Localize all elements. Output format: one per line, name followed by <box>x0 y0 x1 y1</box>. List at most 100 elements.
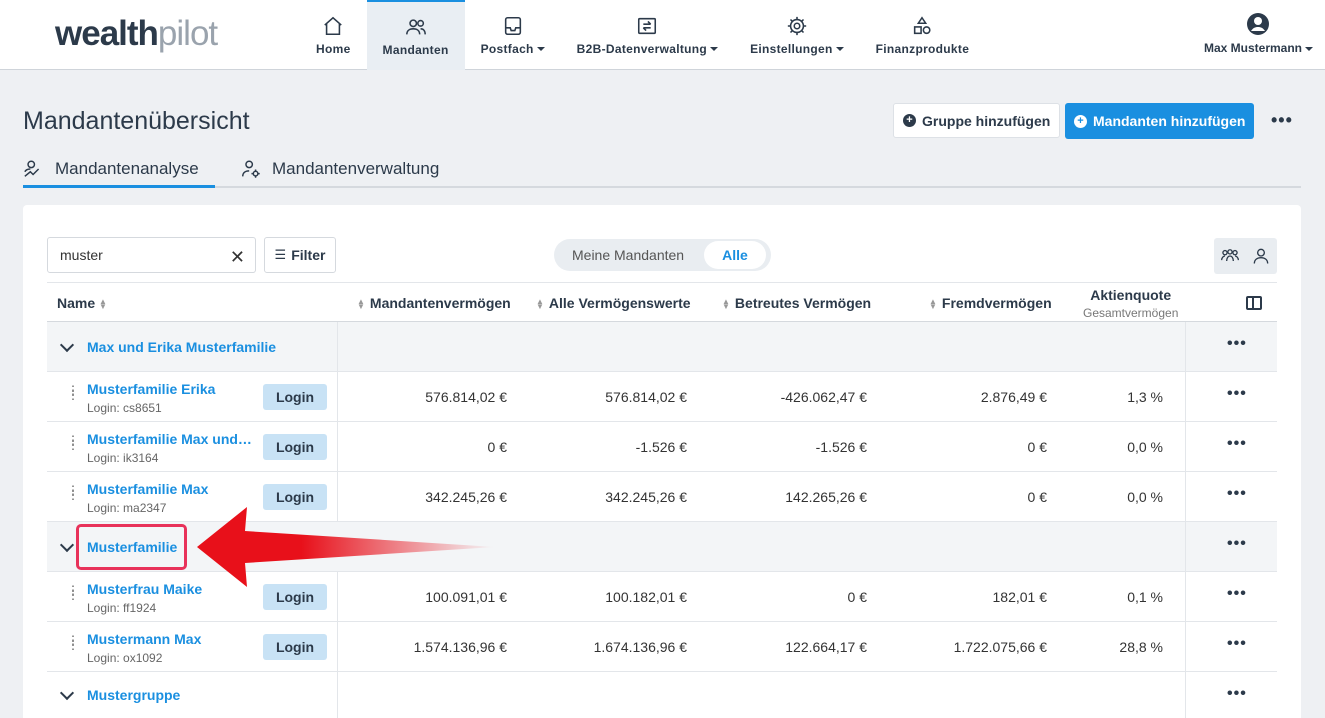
drag-handle-icon[interactable]: ⋮ ⋮ <box>67 634 79 651</box>
row-more-button[interactable]: ••• <box>1227 335 1247 353</box>
col-header-mandantenvermoegen[interactable]: ▲ ▼ Mandantenvermögen <box>357 295 511 311</box>
gear-icon <box>787 16 807 35</box>
col-header-name[interactable]: Name ▲ ▼ <box>57 295 112 311</box>
table-row-group: Mustergruppe ••• <box>47 672 1277 718</box>
wealthpilot-logo[interactable]: wealthpilot <box>55 14 218 54</box>
sort-icon: ▲ ▼ <box>536 297 544 312</box>
drag-handle-icon[interactable]: ⋮ ⋮ <box>67 434 79 451</box>
filter-icon: ☰ <box>274 247 287 262</box>
cell-betreutes-vermoegen: -1.526 € <box>815 439 867 455</box>
shapes-icon <box>914 15 931 34</box>
cell-mandantenvermoegen: 0 € <box>487 439 507 455</box>
users-icon <box>405 18 426 34</box>
chevron-down-icon <box>1305 46 1313 51</box>
client-login-id: Login: ma2347 <box>87 501 167 515</box>
user-menu[interactable]: Max Mustermann <box>1204 12 1313 55</box>
cell-aktienquote: 0,0 % <box>1127 489 1163 505</box>
client-login-id: Login: ox1092 <box>87 651 163 665</box>
login-button[interactable]: Login <box>263 634 327 660</box>
drag-handle-icon[interactable]: ⋮ ⋮ <box>67 584 79 601</box>
cell-mandantenvermoegen: 1.574.136,96 € <box>413 639 507 655</box>
tab-mandantenanalyse[interactable]: Mandantenanalyse <box>23 150 215 188</box>
columns-config-icon[interactable] <box>1246 296 1262 310</box>
annotation-highlight-box <box>76 524 187 570</box>
cell-alle-vermoegenswerte: 100.182,01 € <box>605 589 687 605</box>
add-client-button[interactable]: + Mandanten hinzufügen <box>1065 103 1255 139</box>
col-header-alle-vermoegenswerte[interactable]: ▲ ▼ Alle Vermögenswerte <box>536 295 691 311</box>
cell-aktienquote: 1,3 % <box>1127 389 1163 405</box>
column-divider <box>337 622 338 671</box>
column-divider <box>337 322 338 371</box>
drag-handle-icon[interactable]: ⋮ ⋮ <box>67 484 79 501</box>
client-name-link[interactable]: Mustermann Max <box>87 631 252 647</box>
chevron-down-icon[interactable] <box>59 685 75 701</box>
main-nav: Home Mandanten Postfach B2B-Datenverwalt… <box>300 0 985 70</box>
client-scope-toggle: Meine Mandanten Alle <box>554 239 771 271</box>
add-group-button[interactable]: + Gruppe hinzufügen <box>893 103 1061 138</box>
cell-betreutes-vermoegen: 142.265,26 € <box>785 489 867 505</box>
home-icon <box>324 16 343 35</box>
tab-mandantenverwaltung[interactable]: Mandantenverwaltung <box>240 150 439 187</box>
row-more-button[interactable]: ••• <box>1227 535 1247 553</box>
client-login-id: Login: cs8651 <box>87 401 162 415</box>
page-more-menu-button[interactable]: ••• <box>1271 110 1293 131</box>
clear-search-icon[interactable]: ✕ <box>230 247 245 268</box>
nav-einstellungen[interactable]: Einstellungen <box>734 0 860 70</box>
cell-betreutes-vermoegen: -426.062,47 € <box>780 389 867 405</box>
cell-alle-vermoegenswerte: -1.526 € <box>635 439 687 455</box>
table-row: ⋮ ⋮ Musterfamilie Erika Login: cs8651 Log… <box>47 372 1277 422</box>
row-more-button[interactable]: ••• <box>1227 485 1247 503</box>
client-name-link[interactable]: Musterfamilie Max <box>87 481 252 497</box>
row-more-button[interactable]: ••• <box>1227 685 1247 703</box>
sort-icon: ▲ ▼ <box>357 297 365 312</box>
annotation-arrow <box>197 507 495 587</box>
nav-b2b-datenverwaltung[interactable]: B2B-Datenverwaltung <box>561 0 734 70</box>
login-button[interactable]: Login <box>263 434 327 460</box>
columns-config-icon-line <box>1252 298 1254 308</box>
group-name-link[interactable]: Mustergruppe <box>87 687 180 703</box>
nav-postfach[interactable]: Postfach <box>465 0 561 70</box>
nav-mandanten[interactable]: Mandanten <box>366 0 465 70</box>
column-divider <box>1185 522 1186 571</box>
top-navigation-bar: wealthpilot Home Mandanten Postfach B2B-… <box>0 0 1325 70</box>
nav-home[interactable]: Home <box>300 0 367 70</box>
cell-aktienquote: 0,0 % <box>1127 439 1163 455</box>
client-name-link[interactable]: Musterfamilie Max und ... <box>87 431 252 447</box>
client-name-link[interactable]: Musterfamilie Erika <box>87 381 252 397</box>
col-header-aktienquote[interactable]: Aktienquote Gesamtvermögen <box>1083 287 1178 320</box>
cell-betreutes-vermoegen: 0 € <box>847 589 867 605</box>
col-header-fremdvermoegen[interactable]: ▲ ▼ Fremdvermögen <box>929 295 1052 311</box>
cell-aktienquote: 0,1 % <box>1127 589 1163 605</box>
chevron-down-icon[interactable] <box>59 337 75 353</box>
column-divider <box>337 372 338 421</box>
row-more-button[interactable]: ••• <box>1227 385 1247 403</box>
cell-alle-vermoegenswerte: 576.814,02 € <box>605 389 687 405</box>
nav-finanzprodukte[interactable]: Finanzprodukte <box>860 0 986 70</box>
plus-circle-icon: + <box>903 114 916 127</box>
drag-handle-icon[interactable]: ⋮ ⋮ <box>67 384 79 401</box>
chevron-down-icon <box>536 47 545 52</box>
group-name-link[interactable]: Max und Erika Musterfamilie <box>87 339 276 355</box>
table-row-group: Max und Erika Musterfamilie ••• <box>47 322 1277 372</box>
sort-icon: ▲ ▼ <box>722 297 730 312</box>
view-switcher <box>1214 238 1277 274</box>
column-divider <box>1185 622 1186 671</box>
row-more-button[interactable]: ••• <box>1227 635 1247 653</box>
chevron-down-icon[interactable] <box>59 537 75 553</box>
client-table-card: muster ✕ ☰ Filter Meine Mandanten Alle N… <box>23 205 1301 718</box>
toggle-meine-mandanten[interactable]: Meine Mandanten <box>554 241 702 269</box>
row-more-button[interactable]: ••• <box>1227 585 1247 603</box>
sort-icon: ▲ ▼ <box>929 297 937 312</box>
client-table: Name ▲ ▼ ▲ ▼ Mandantenvermögen ▲ ▼ Alle Vermö… <box>47 282 1277 718</box>
row-more-button[interactable]: ••• <box>1227 435 1247 453</box>
cell-aktienquote: 28,8 % <box>1119 639 1163 655</box>
login-button[interactable]: Login <box>263 384 327 410</box>
group-view-icon[interactable] <box>1220 246 1240 266</box>
toggle-alle[interactable]: Alle <box>704 241 766 269</box>
search-input[interactable]: muster ✕ <box>47 237 256 273</box>
col-header-betreutes-vermoegen[interactable]: ▲ ▼ Betreutes Vermögen <box>722 295 871 311</box>
cell-alle-vermoegenswerte: 1.674.136,96 € <box>593 639 687 655</box>
filter-button[interactable]: ☰ Filter <box>264 237 336 273</box>
user-avatar-icon <box>1247 13 1270 35</box>
single-view-icon[interactable] <box>1251 246 1271 266</box>
